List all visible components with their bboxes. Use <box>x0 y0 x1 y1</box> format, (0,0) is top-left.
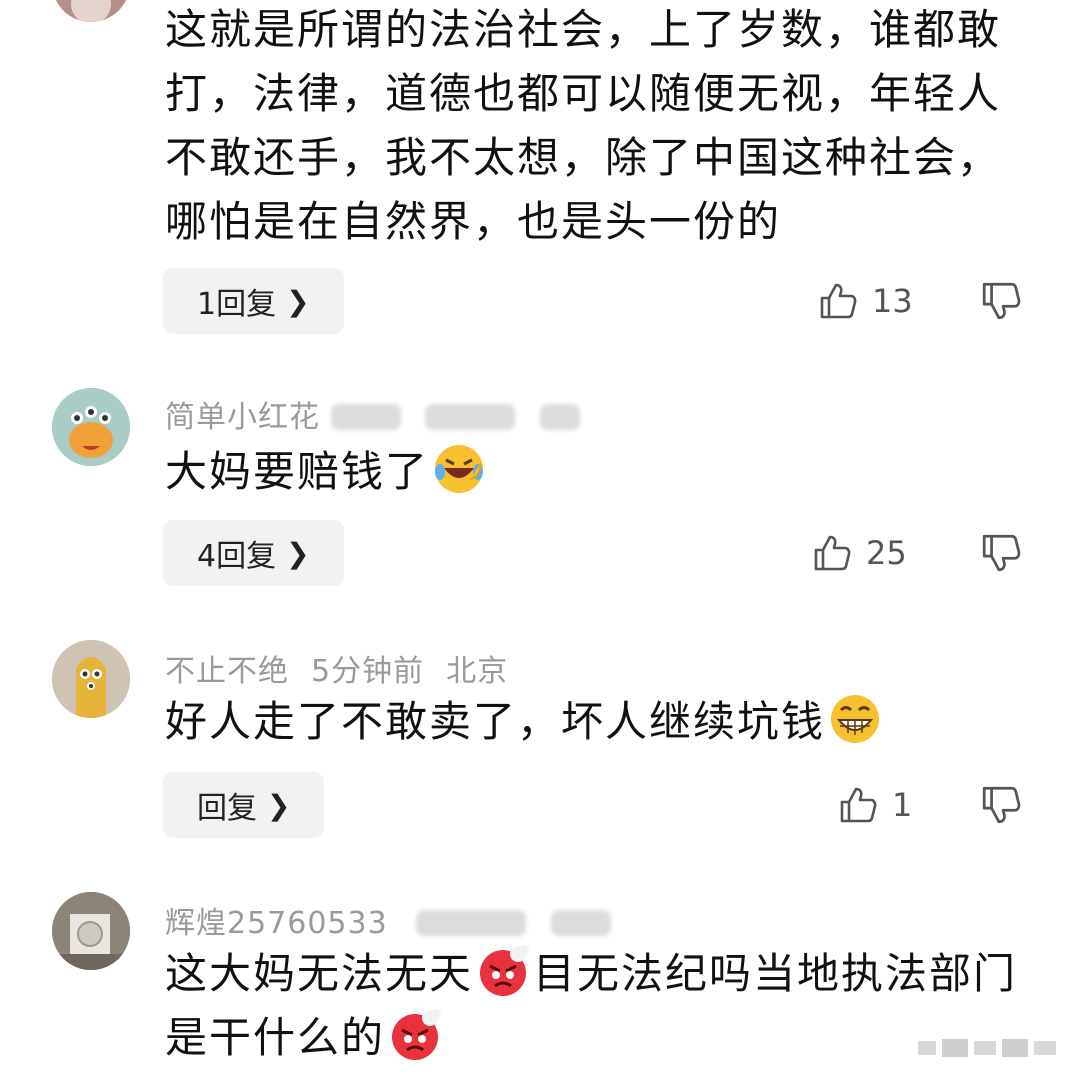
like-button[interactable]: 1 <box>838 780 912 830</box>
angry-emoji <box>392 1009 442 1060</box>
reply-button[interactable]: 1回复 ❯ <box>163 268 344 334</box>
thumbs-down-icon[interactable] <box>980 532 1022 574</box>
blurred-meta <box>550 910 611 936</box>
comment-text-content: 好人走了不敢卖了，坏人继续坑钱 <box>165 697 826 746</box>
avatar-image <box>52 388 130 466</box>
chevron-right-icon: ❯ <box>286 536 310 570</box>
comment-text-content: 这大妈无法无天 <box>165 949 474 998</box>
comment-meta: 简单小红花 <box>165 392 580 436</box>
avatar[interactable] <box>52 892 130 970</box>
thumbs-up-icon <box>814 535 851 571</box>
author-name[interactable]: 不止不绝 <box>165 654 289 689</box>
comment-meta: 辉煌25760533 <box>165 898 611 942</box>
author-name[interactable]: 辉煌25760533 <box>165 906 388 941</box>
chevron-right-icon: ❯ <box>286 284 310 318</box>
like-button[interactable]: 25 <box>812 528 907 578</box>
like-count: 1 <box>892 786 913 824</box>
comment-meta: 不止不绝 5分钟前 北京 <box>165 646 508 690</box>
avatar-image <box>52 892 130 970</box>
thumbs-up-icon <box>840 787 877 823</box>
blurred-meta <box>539 404 580 430</box>
thumbs-down-icon[interactable] <box>980 280 1022 322</box>
watermark-logo <box>918 1039 1056 1057</box>
author-name[interactable]: 简单小红花 <box>165 400 320 435</box>
comment-location: 北京 <box>446 654 509 689</box>
avatar-image <box>52 640 130 718</box>
blurred-meta <box>330 404 401 430</box>
thumbs-down-icon[interactable] <box>980 784 1022 826</box>
like-button[interactable]: 13 <box>818 276 913 326</box>
reply-label: 回复 <box>197 791 257 826</box>
comment-text: 好人走了不敢卖了，坏人继续坑钱 <box>165 690 1025 754</box>
reply-button[interactable]: 4回复 ❯ <box>163 520 344 586</box>
avatar[interactable] <box>52 0 130 22</box>
blurred-meta <box>425 404 516 430</box>
angry-emoji <box>480 945 530 996</box>
comment-text-content: 大妈要赔钱了 <box>165 447 430 496</box>
avatar[interactable] <box>52 640 130 718</box>
avatar[interactable] <box>52 388 130 466</box>
chevron-right-icon: ❯ <box>267 788 291 822</box>
reply-label: 4回复 <box>197 539 277 574</box>
reply-button[interactable]: 回复 ❯ <box>163 772 325 838</box>
like-count: 13 <box>872 282 913 320</box>
laugh-cry-emoji <box>435 445 484 493</box>
avatar-image <box>52 0 130 22</box>
like-count: 25 <box>866 534 907 572</box>
thumbs-up-icon <box>820 283 857 319</box>
blurred-meta <box>416 910 527 936</box>
reply-label: 1回复 <box>197 287 277 322</box>
comment-text: 大妈要赔钱了 <box>165 440 1025 504</box>
grin-emoji <box>831 695 880 743</box>
comment-time: 5分钟前 <box>311 654 425 689</box>
comment-text: 这大妈无法无天 目无法纪吗当地执法部门是干什么的 <box>165 942 1025 1070</box>
comment-text: 这就是所谓的法治社会，上了岁数，谁都敢打，法律，道德也都可以随便无视，年轻人不敢… <box>165 5 1002 246</box>
